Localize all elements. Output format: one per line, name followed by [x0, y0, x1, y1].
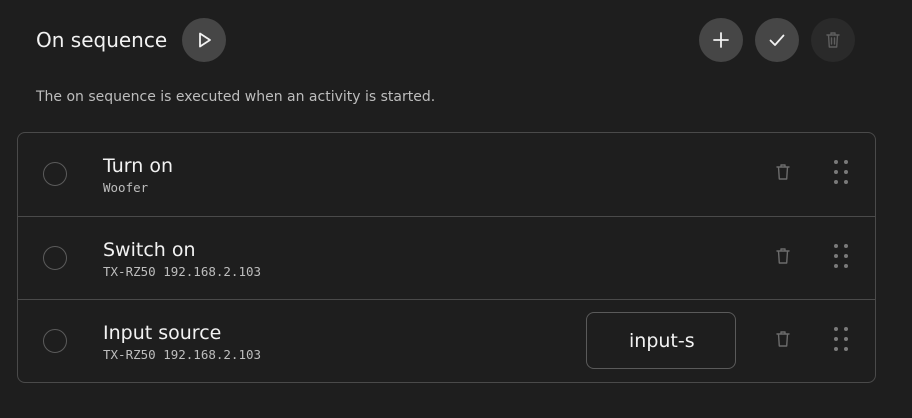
drag-handle-icon[interactable]	[832, 242, 850, 274]
command-device: Woofer	[103, 180, 149, 195]
page-title: On sequence	[36, 28, 168, 52]
check-icon	[767, 30, 787, 50]
sequence-description: The on sequence is executed when an acti…	[36, 89, 436, 105]
trash-icon	[773, 329, 793, 353]
command-device: TX-RZ50 192.168.2.103	[103, 347, 262, 362]
list-item[interactable]: Turn on Woofer	[18, 133, 875, 216]
play-icon	[194, 30, 214, 50]
delete-command-button[interactable]	[770, 245, 796, 271]
plus-icon	[711, 30, 731, 50]
command-list: Turn on Woofer Switch on TX-RZ50 192.168…	[17, 132, 876, 383]
command-device: TX-RZ50 192.168.2.103	[103, 264, 262, 279]
sequence-editor: On sequence The on sequence is executed …	[0, 0, 912, 418]
list-item[interactable]: Switch on TX-RZ50 192.168.2.103	[18, 216, 875, 299]
command-title: Turn on	[103, 155, 173, 177]
add-command-button[interactable]	[699, 18, 743, 62]
delete-sequence-button[interactable]	[811, 18, 855, 62]
delete-command-button[interactable]	[770, 161, 796, 187]
confirm-button[interactable]	[755, 18, 799, 62]
input-source-input[interactable]	[629, 329, 695, 352]
delete-command-button[interactable]	[770, 328, 796, 354]
trash-icon	[773, 246, 793, 270]
command-title: Switch on	[103, 239, 196, 261]
select-radio[interactable]	[43, 246, 67, 270]
trash-icon	[773, 162, 793, 186]
drag-handle-icon[interactable]	[832, 158, 850, 190]
command-title: Input source	[103, 322, 222, 344]
select-radio[interactable]	[43, 329, 67, 353]
select-radio[interactable]	[43, 162, 67, 186]
list-item[interactable]: Input source TX-RZ50 192.168.2.103	[18, 299, 875, 382]
play-button[interactable]	[182, 18, 226, 62]
trash-icon	[823, 30, 843, 50]
input-source-field[interactable]	[586, 312, 736, 369]
drag-handle-icon[interactable]	[832, 325, 850, 357]
